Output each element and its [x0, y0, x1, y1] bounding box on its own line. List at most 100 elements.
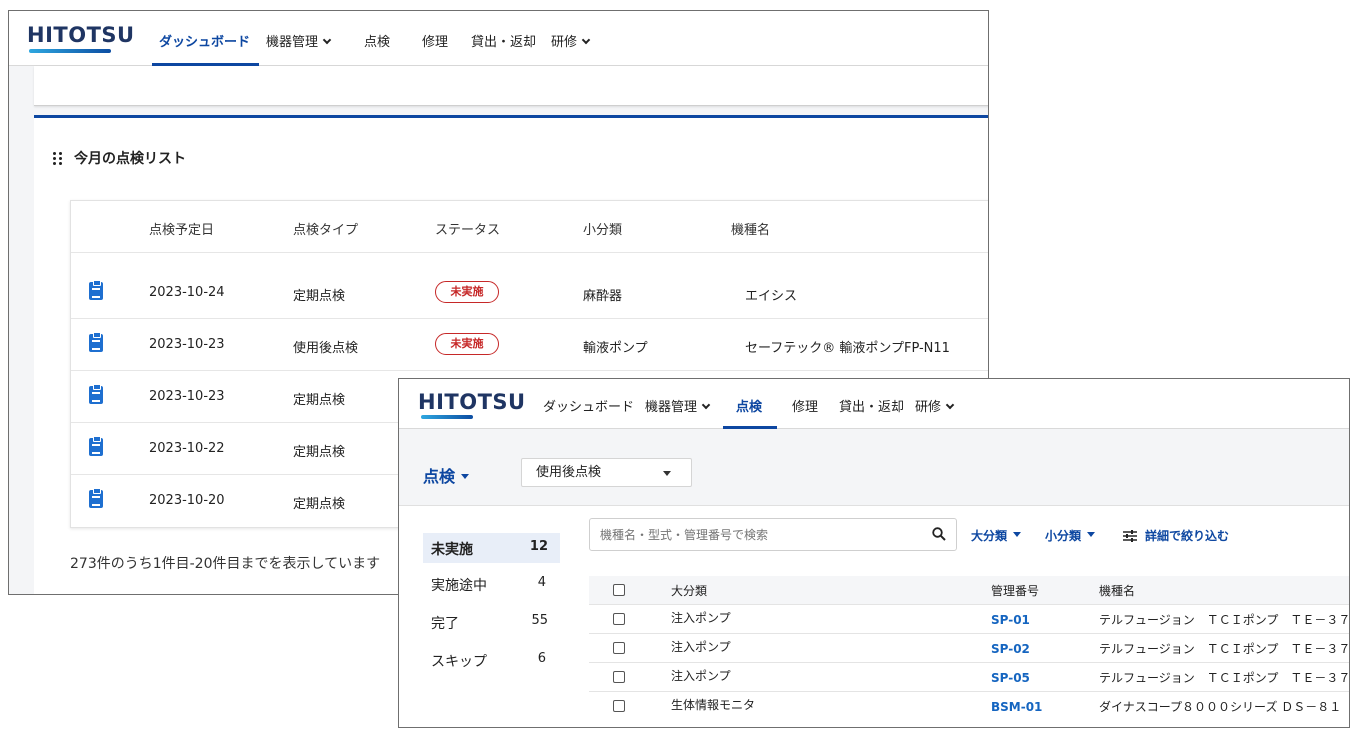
inspection-type-select[interactable]: 使用後点検: [521, 458, 692, 487]
row-date: 2023-10-20: [149, 493, 225, 508]
table-row[interactable]: 注入ポンプ SP-05 テルフュージョン ＴＣＩポンプ ＴＥ－３７: [589, 663, 1350, 692]
status-label: 完了: [431, 616, 459, 632]
nav-inspection[interactable]: 点検: [736, 396, 762, 415]
nav-rental[interactable]: 貸出・返却: [839, 396, 904, 415]
major-category-label: 大分類: [971, 529, 1008, 543]
equipment-table: 大分類 管理番号 機種名 注入ポンプ SP-01 テルフュージョン ＴＣＩポンプ…: [589, 576, 1350, 721]
logo-swoosh: [29, 49, 111, 53]
nav-repair[interactable]: 修理: [422, 31, 448, 50]
nav-training[interactable]: 研修: [915, 396, 955, 415]
status-label: 未実施: [431, 542, 473, 558]
tune-icon: [1123, 530, 1137, 542]
col-major-category: 大分類: [671, 584, 708, 598]
row-type: 定期点検: [293, 289, 346, 304]
logo[interactable]: HITOTSU: [418, 390, 526, 414]
col-model: 機種名: [731, 223, 771, 238]
table-row[interactable]: 2023-10-23 使用後点検 未実施 輸液ポンプ セーフテック® 輸液ポンプ…: [71, 319, 988, 371]
table-row[interactable]: 注入ポンプ SP-02 テルフュージョン ＴＣＩポンプ ＴＥ－３７: [589, 634, 1350, 663]
row-major-category: 生体情報モニタ: [671, 698, 756, 712]
select-all-checkbox[interactable]: [613, 584, 625, 596]
row-checkbox[interactable]: [613, 671, 625, 683]
row-category: 輸液ポンプ: [583, 341, 648, 356]
caret-down-icon: [1087, 532, 1096, 537]
row-major-category: 注入ポンプ: [671, 611, 731, 625]
table-row[interactable]: 注入ポンプ SP-01 テルフュージョン ＴＣＩポンプ ＴＥ－３７: [589, 605, 1350, 634]
clipboard-icon[interactable]: [89, 436, 103, 456]
status-badge: 未実施: [435, 333, 499, 355]
status-filter-pending[interactable]: 未実施 12: [423, 533, 560, 563]
search-box: [589, 518, 957, 551]
row-checkbox[interactable]: [613, 613, 625, 625]
row-model: テルフュージョン ＴＣＩポンプ ＴＥ－３７: [1099, 671, 1350, 685]
caret-down-icon: [1013, 532, 1022, 537]
chevron-down-icon: [322, 35, 332, 45]
row-date: 2023-10-24: [149, 285, 225, 300]
status-count: 4: [537, 575, 546, 590]
inspection-screenshot: HITOTSU ダッシュボード 機器管理 点検 修理 貸出・返却 研修 点検 使…: [398, 378, 1350, 728]
nav-rental[interactable]: 貸出・返却: [471, 31, 536, 50]
row-model: エイシス: [745, 289, 798, 304]
nav-training[interactable]: 研修: [551, 31, 591, 50]
row-type: 定期点検: [293, 393, 346, 408]
row-management-id-link[interactable]: SP-02: [991, 642, 1030, 656]
pagination-summary: 273件のうち1件目-20件目までを表示しています: [70, 556, 381, 572]
nav-repair[interactable]: 修理: [792, 396, 818, 415]
nav-equipment[interactable]: 機器管理: [645, 396, 711, 415]
status-label: 実施途中: [431, 578, 487, 594]
col-status: ステータス: [435, 223, 501, 238]
row-major-category: 注入ポンプ: [671, 669, 731, 683]
chevron-down-icon: [945, 400, 955, 410]
col-model: 機種名: [1099, 584, 1136, 598]
nav-equipment[interactable]: 機器管理: [266, 31, 332, 50]
row-type: 使用後点検: [293, 341, 359, 356]
caret-down-icon: [461, 474, 470, 479]
status-badge: 未実施: [435, 281, 499, 303]
row-model: テルフュージョン ＴＣＩポンプ ＴＥ－３７: [1099, 642, 1350, 656]
row-date: 2023-10-23: [149, 337, 225, 352]
col-category: 小分類: [583, 223, 623, 238]
minor-category-filter[interactable]: 小分類: [1045, 527, 1096, 544]
clipboard-icon[interactable]: [89, 332, 103, 352]
status-count: 6: [537, 651, 546, 666]
inspection-type-value: 使用後点検: [536, 465, 602, 480]
row-checkbox[interactable]: [613, 642, 625, 654]
status-filter-skipped[interactable]: スキップ 6: [423, 645, 560, 675]
nav-inspection[interactable]: 点検: [364, 31, 390, 50]
row-management-id-link[interactable]: SP-01: [991, 613, 1030, 627]
table-header: 点検予定日 点検タイプ ステータス 小分類 機種名: [71, 201, 988, 253]
clipboard-icon[interactable]: [89, 384, 103, 404]
status-count: 55: [531, 613, 548, 628]
search-input[interactable]: [600, 525, 920, 545]
chevron-down-icon: [581, 35, 591, 45]
status-filter-done[interactable]: 完了 55: [423, 607, 560, 637]
row-checkbox[interactable]: [613, 700, 625, 712]
major-category-filter[interactable]: 大分類: [971, 527, 1022, 544]
nav-training-label: 研修: [915, 400, 942, 415]
detail-filter-label: 詳細で絞り込む: [1145, 529, 1230, 543]
clipboard-icon[interactable]: [89, 280, 103, 300]
search-icon[interactable]: [932, 527, 946, 541]
row-management-id-link[interactable]: BSM-01: [991, 700, 1042, 714]
top-nav: HITOTSU ダッシュボード 機器管理 点検 修理 貸出・返却 研修: [399, 379, 1349, 429]
table-row[interactable]: 2023-10-24 定期点検 未実施 麻酔器 エイシス: [71, 267, 988, 319]
clipboard-icon[interactable]: [89, 488, 103, 508]
card-above: [34, 66, 988, 106]
logo[interactable]: HITOTSU: [27, 23, 135, 47]
page-title-dropdown[interactable]: 点検: [423, 463, 470, 487]
drag-handle-icon[interactable]: [53, 152, 63, 166]
status-count: 12: [529, 539, 548, 554]
nav-dashboard[interactable]: ダッシュボード: [159, 31, 250, 50]
detail-filter-button[interactable]: 詳細で絞り込む: [1123, 527, 1229, 544]
row-model: セーフテック® 輸液ポンプFP-N11: [745, 341, 950, 356]
row-management-id-link[interactable]: SP-05: [991, 671, 1030, 685]
logo-swoosh: [421, 415, 473, 419]
nav-dashboard[interactable]: ダッシュボード: [543, 396, 634, 415]
table-row[interactable]: 生体情報モニタ BSM-01 ダイナスコープ８０００シリーズ ＤＳ－８１: [589, 692, 1349, 721]
col-type: 点検タイプ: [293, 223, 359, 238]
row-model: テルフュージョン ＴＣＩポンプ ＴＥ－３７: [1099, 613, 1350, 627]
chevron-down-icon: [701, 400, 711, 410]
page-title: 点検: [423, 467, 456, 486]
inspection-panel: 未実施 12 実施途中 4 完了 55 スキップ 6 大分類 小分類: [399, 505, 1349, 727]
status-label: スキップ: [431, 654, 487, 670]
status-filter-in-progress[interactable]: 実施途中 4: [423, 569, 560, 599]
